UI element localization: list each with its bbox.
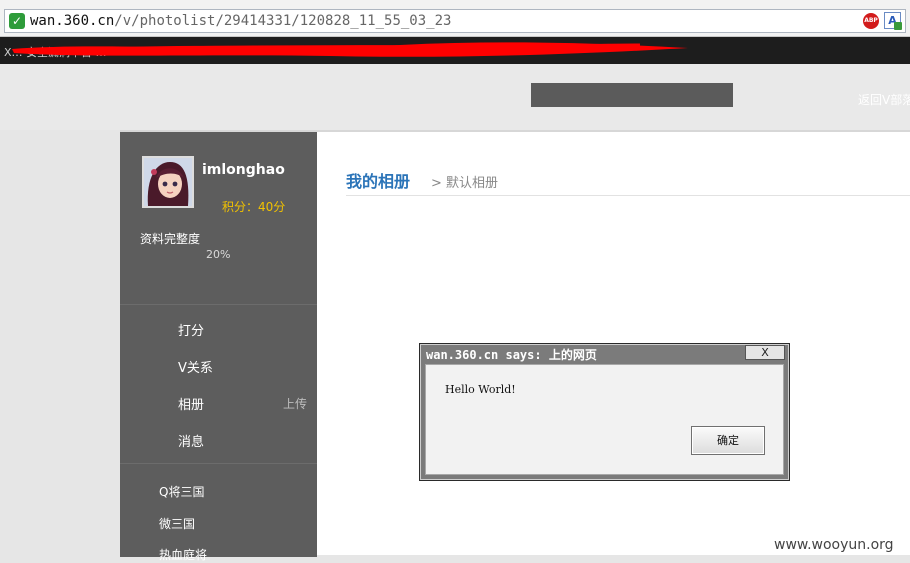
sidebar-item-messages[interactable]: 消息 xyxy=(178,431,204,450)
sidebar-item-rate[interactable]: 打分 xyxy=(178,320,204,339)
breadcrumb[interactable]: > 默认相册 xyxy=(431,172,498,191)
redaction-scribble xyxy=(12,42,688,57)
url-host: wan.360.cn xyxy=(30,13,115,29)
site-top-strip: 返回V部落 xyxy=(0,64,910,130)
dialog-message: Hello World! xyxy=(445,383,516,396)
avatar[interactable] xyxy=(142,156,194,208)
translate-icon[interactable]: A xyxy=(884,12,902,30)
url-field[interactable]: ✓ wan.360.cn/v/photolist/29414331/120828… xyxy=(4,9,906,33)
sidebar-divider xyxy=(120,463,317,464)
profile-completeness-label: 资料完整度 xyxy=(140,232,201,246)
top-search-box[interactable] xyxy=(531,83,733,107)
adblock-icon[interactable]: ABP xyxy=(863,13,879,29)
address-bar: ✓ wan.360.cn/v/photolist/29414331/120828… xyxy=(0,0,910,37)
back-to-v-tribe-link[interactable]: 返回V部落 xyxy=(858,91,910,108)
secure-check-icon: ✓ xyxy=(9,13,25,29)
bookmarks-bar: X… 安全漏洞平台 … xyxy=(0,37,910,64)
sidebar-game-wei-sanguo[interactable]: 微三国 xyxy=(159,515,195,532)
dialog-title: wan.360.cn says: 上的网页 xyxy=(426,348,597,362)
page-title: 我的相册 xyxy=(346,172,411,191)
ok-button[interactable]: 确定 xyxy=(691,426,765,455)
sidebar-divider xyxy=(120,304,317,305)
alert-dialog: wan.360.cn says: 上的网页 X Hello World! 确定 xyxy=(419,343,790,481)
title-divider xyxy=(346,195,910,196)
sidebar-item-album[interactable]: 相册 xyxy=(178,394,204,413)
username[interactable]: imlonghao xyxy=(202,162,285,178)
sidebar: imlonghao 积分：40分 资料完整度 20% 打分 V关系 相册 上传 … xyxy=(120,132,317,562)
profile-completeness-value: 20% xyxy=(206,248,231,261)
watermark: www.wooyun.org xyxy=(774,537,894,553)
upload-link[interactable]: 上传 xyxy=(283,395,307,412)
sidebar-item-v-relations[interactable]: V关系 xyxy=(178,357,213,376)
avatar-image xyxy=(144,158,192,206)
close-button[interactable]: X xyxy=(745,345,785,360)
score-label: 积分：40分 xyxy=(222,200,286,214)
dialog-body: Hello World! 确定 xyxy=(425,364,784,475)
sidebar-game-q-sanguo[interactable]: Q将三国 xyxy=(159,483,204,500)
url-path: /v/photolist/29414331/120828_11_55_03_23 xyxy=(114,13,452,29)
url-text[interactable]: wan.360.cn/v/photolist/29414331/120828_1… xyxy=(30,12,451,30)
